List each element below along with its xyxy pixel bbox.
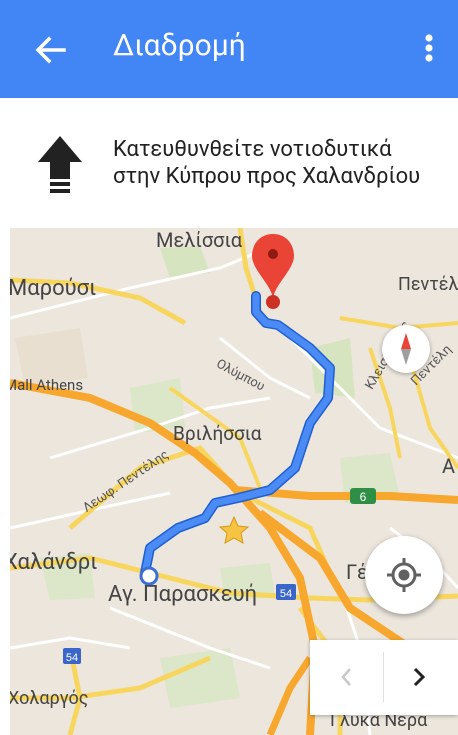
map-label-a-partial: Α	[442, 454, 456, 478]
app-bar: Διαδρομή	[0, 0, 458, 98]
compass-icon	[401, 333, 411, 365]
map-label-marousi: Μαρούσι	[10, 276, 97, 301]
more-vert-icon	[425, 34, 433, 62]
compass-button[interactable]	[382, 325, 430, 373]
map-label-penteli: Πεντέλη	[398, 274, 458, 295]
map-label-chalandri: Χαλάνδρι	[10, 550, 98, 575]
back-button[interactable]	[30, 30, 70, 70]
saved-place-star-icon	[218, 515, 250, 544]
my-location-icon	[387, 558, 421, 592]
direction-step: Κατευθυνθείτε νοτιοδυτικά στην Κύπρου πρ…	[0, 98, 458, 228]
route-shield-6: 6	[360, 490, 367, 504]
previous-step-button[interactable]	[310, 640, 383, 715]
chevron-right-icon	[413, 667, 426, 687]
route-shield-54-a: 54	[280, 588, 292, 600]
chevron-left-icon	[341, 668, 351, 686]
overflow-menu-button[interactable]	[414, 28, 444, 68]
map-label-mall-athens: Mall Athens	[10, 376, 84, 394]
direction-instruction: Κατευθυνθείτε νοτιοδυτικά στην Κύπρου πρ…	[113, 136, 420, 190]
map-label-melissia: Μελίσσια	[156, 228, 243, 252]
page-title: Διαδρομή	[113, 28, 246, 63]
direction-line-1: Κατευθυνθείτε νοτιοδυτικά	[113, 137, 392, 162]
arrow-up-icon	[38, 136, 82, 193]
direction-line-2: στην Κύπρου προς Χαλανδρίου	[113, 164, 421, 189]
next-step-button[interactable]	[384, 640, 457, 715]
map-label-cholargos: Χολαργός	[10, 688, 89, 709]
step-navigation	[310, 640, 458, 715]
my-location-button[interactable]	[365, 536, 443, 614]
map-label-vrilissia: Βριλήσσια	[173, 422, 262, 445]
map-label-ag-paraskevi: Αγ. Παρασκευή	[108, 582, 258, 607]
route-shield-54-b: 54	[66, 652, 78, 664]
arrow-back-icon	[35, 36, 66, 64]
